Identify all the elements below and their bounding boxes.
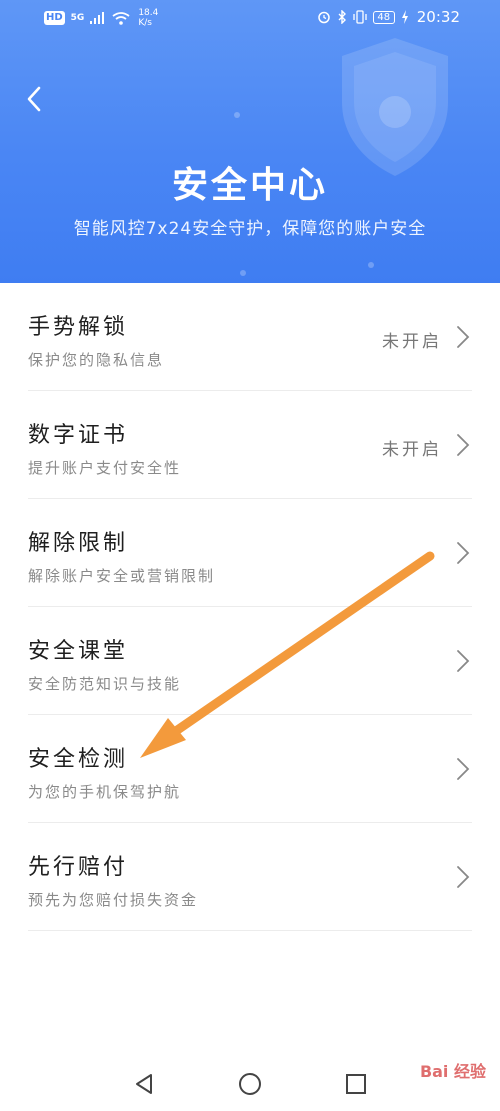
- decor-dot: [368, 262, 374, 268]
- item-description: 保护您的隐私信息: [28, 351, 165, 369]
- bluetooth-icon: [338, 10, 346, 24]
- item-description: 安全防范知识与技能: [28, 675, 182, 693]
- item-description: 为您的手机保驾护航: [28, 783, 182, 801]
- list-item-digital-certificate[interactable]: 数字证书 提升账户支付安全性 未开启: [0, 391, 500, 499]
- hd-badge: HD: [44, 11, 65, 25]
- list-item-remove-restriction[interactable]: 解除限制 解除账户安全或营销限制: [0, 499, 500, 607]
- chevron-right-icon: [457, 542, 470, 564]
- net-speed-value: 18.4: [138, 8, 159, 18]
- back-button[interactable]: [22, 82, 50, 118]
- chevron-right-icon: [457, 434, 470, 456]
- chevron-right-icon: [457, 866, 470, 888]
- charging-icon: [401, 10, 408, 24]
- signal-icon: [90, 12, 105, 24]
- clock: 20:32: [416, 8, 460, 26]
- chevron-left-icon: [27, 86, 41, 112]
- item-status: 未开启: [382, 440, 442, 460]
- item-description: 预先为您赔付损失资金: [28, 891, 199, 909]
- item-status: 未开启: [382, 332, 442, 352]
- triangle-back-icon[interactable]: [132, 1072, 156, 1096]
- battery-level: 48: [372, 10, 395, 24]
- watermark: Bai 经验: [419, 1062, 486, 1081]
- chevron-right-icon: [457, 326, 470, 348]
- list-item-security-check[interactable]: 安全检测 为您的手机保驾护航: [0, 715, 500, 823]
- item-description: 提升账户支付安全性: [28, 459, 182, 477]
- vibrate-icon: [353, 10, 367, 24]
- item-title: 数字证书: [28, 423, 129, 448]
- chevron-right-icon: [457, 650, 470, 672]
- alarm-icon: [318, 11, 330, 24]
- list-item-security-class[interactable]: 安全课堂 安全防范知识与技能: [0, 607, 500, 715]
- item-title: 安全课堂: [28, 639, 129, 664]
- item-title: 解除限制: [28, 531, 129, 556]
- circle-home-icon[interactable]: [238, 1072, 262, 1096]
- header-banner: HD 5G 18.4 K/s 48 20:32 安全中心 智能风控7x24安全守…: [0, 0, 500, 283]
- decor-dot: [234, 112, 240, 118]
- page-subtitle: 智能风控7x24安全守护，保障您的账户安全: [73, 219, 427, 239]
- network-type: 5G: [70, 13, 85, 23]
- net-speed-unit: K/s: [138, 18, 152, 28]
- item-title: 手势解锁: [28, 315, 129, 340]
- status-bar: HD 5G 18.4 K/s 48 20:32: [0, 0, 500, 36]
- security-settings-list: 手势解锁 保护您的隐私信息 未开启 数字证书 提升账户支付安全性 未开启 解除限…: [0, 283, 500, 931]
- decor-dot: [240, 270, 246, 276]
- list-item-gesture-lock[interactable]: 手势解锁 保护您的隐私信息 未开启: [0, 283, 500, 391]
- square-recent-icon[interactable]: [344, 1072, 368, 1096]
- wifi-icon: [112, 11, 130, 25]
- item-description: 解除账户安全或营销限制: [28, 567, 216, 585]
- item-title: 先行赔付: [28, 855, 129, 880]
- item-title: 安全检测: [28, 747, 129, 772]
- chevron-right-icon: [457, 758, 470, 780]
- page-title: 安全中心: [171, 165, 328, 206]
- divider: [28, 930, 472, 931]
- list-item-advance-compensation[interactable]: 先行赔付 预先为您赔付损失资金: [0, 823, 500, 931]
- net-speed: 18.4 K/s: [138, 8, 158, 28]
